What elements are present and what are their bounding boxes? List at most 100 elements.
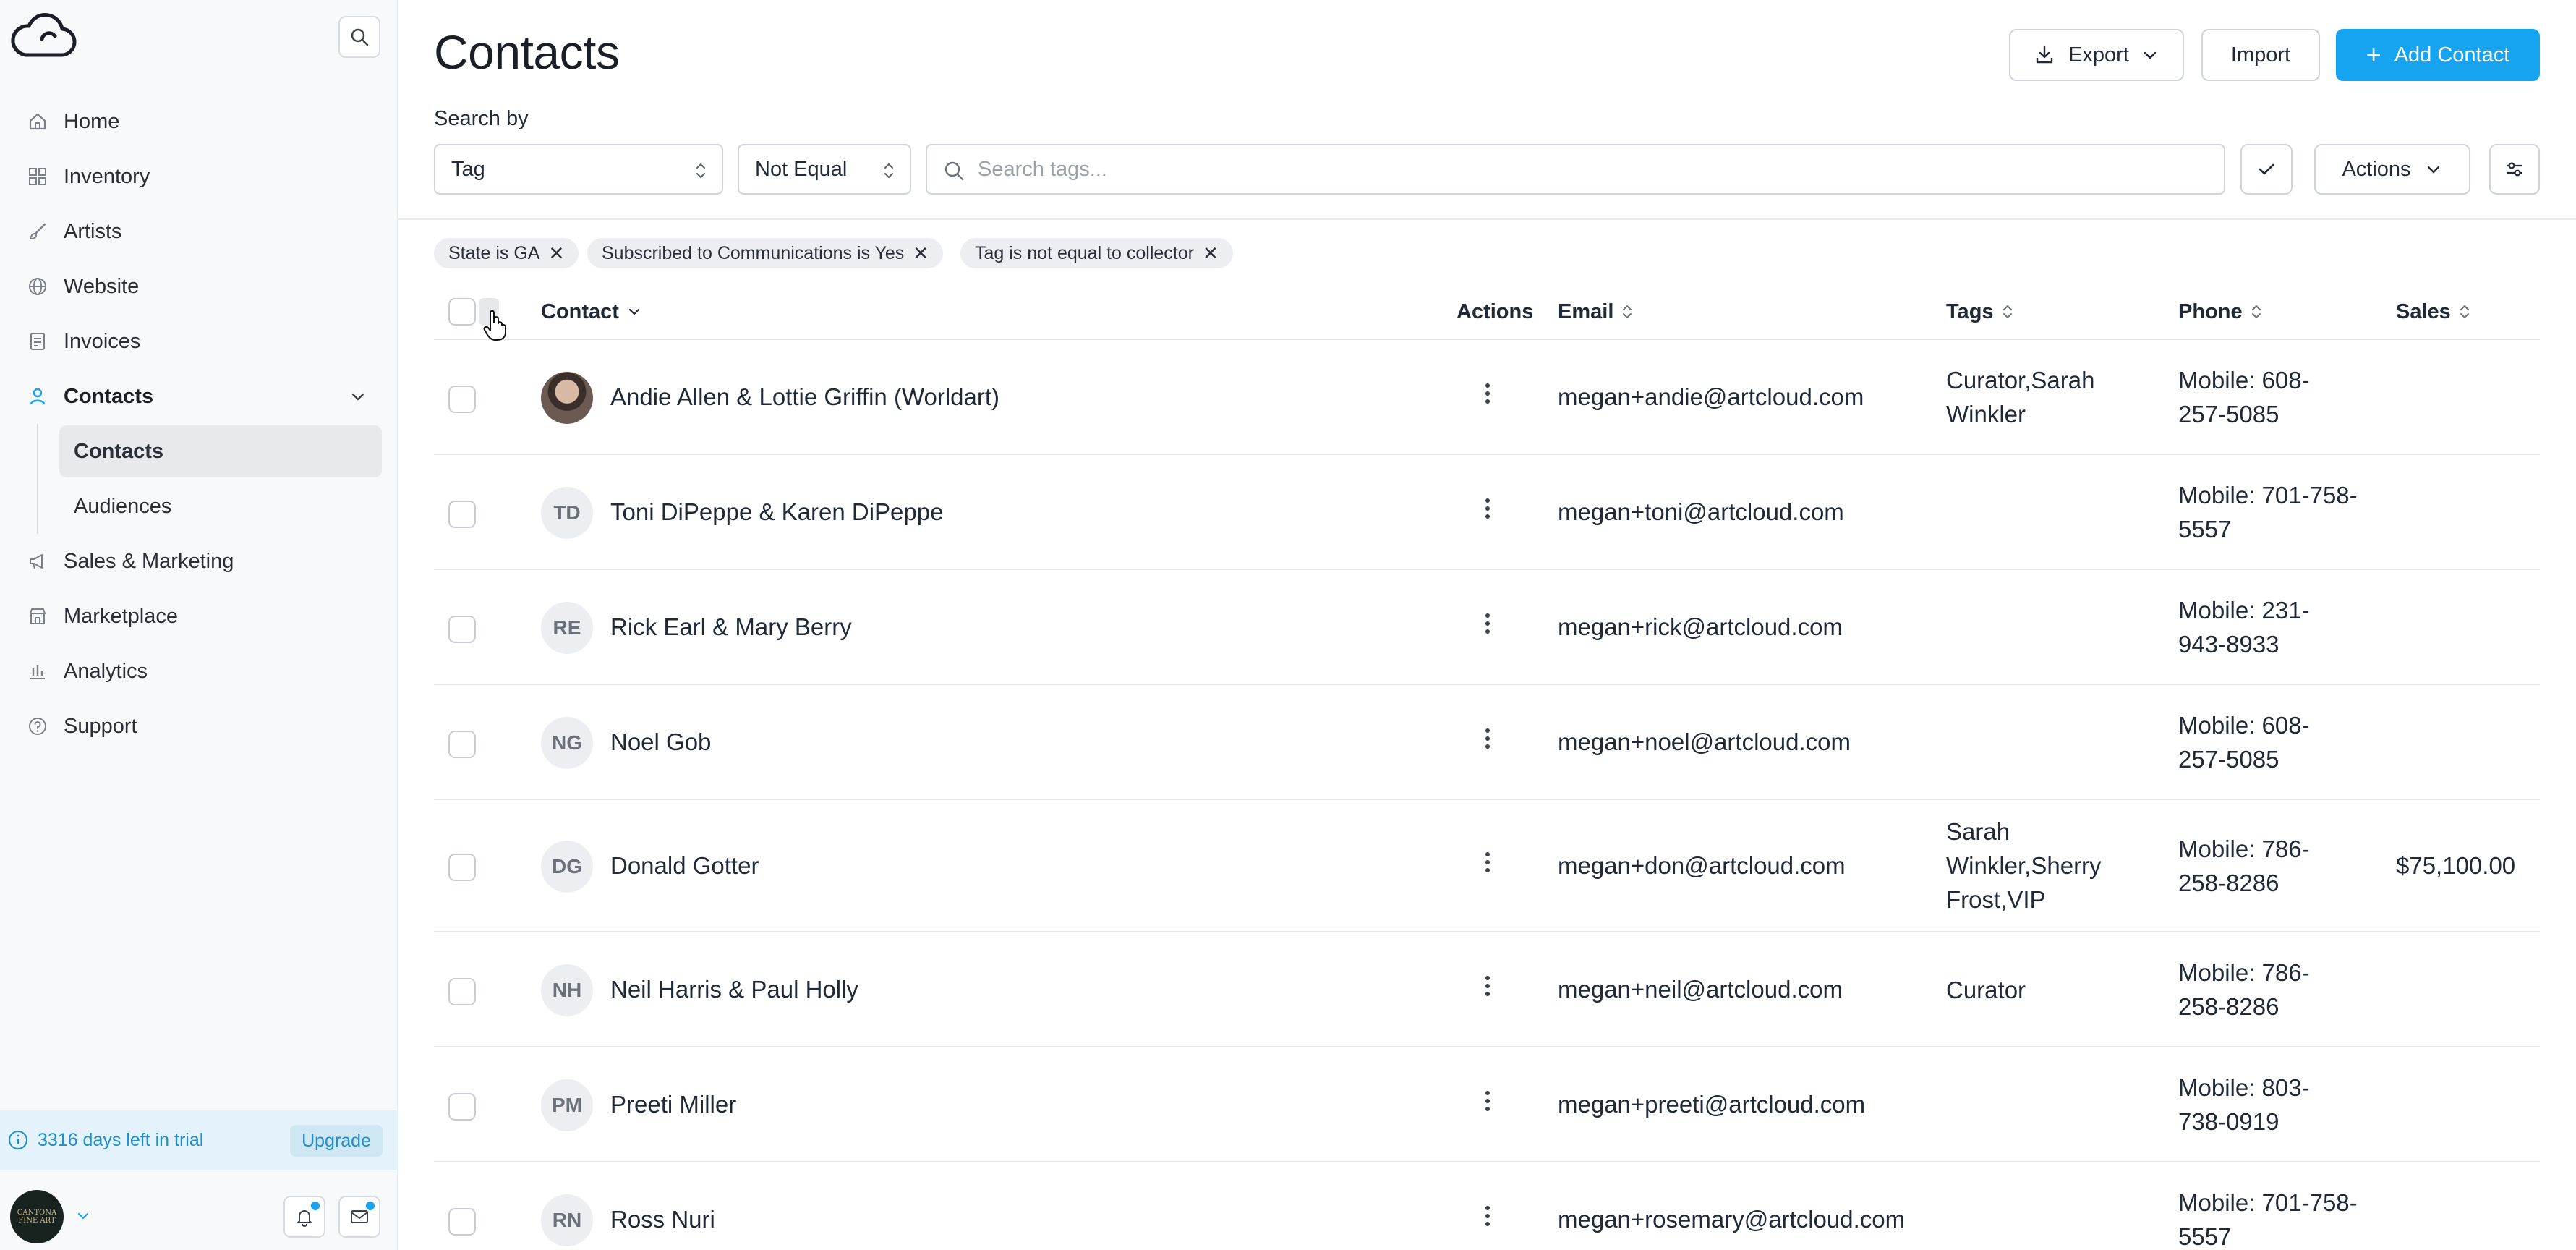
column-header-contact[interactable]: Contact: [541, 286, 642, 337]
sidebar-item-analytics[interactable]: Analytics: [0, 644, 398, 699]
row-checkbox[interactable]: [448, 501, 476, 528]
add-contact-button[interactable]: + Add Contact: [2336, 29, 2540, 81]
contact-name[interactable]: Noel Gob: [610, 728, 711, 756]
sidebar-item-home[interactable]: Home: [0, 94, 398, 149]
contact-tags: Curator,Sarah Winkler: [1946, 363, 2134, 431]
column-header-email[interactable]: Email: [1558, 286, 1634, 337]
search-field-select[interactable]: Tag: [434, 144, 723, 195]
sidebar-item-inventory[interactable]: Inventory: [0, 149, 398, 204]
more-actions-icon[interactable]: [1480, 1091, 1495, 1111]
sidebar-item-invoices[interactable]: Invoices: [0, 314, 398, 369]
column-header-tags[interactable]: Tags: [1946, 286, 2014, 337]
select-all-checkbox[interactable]: [448, 298, 476, 326]
phone-line: Mobile: 786-: [2178, 959, 2310, 986]
export-button[interactable]: Export: [2009, 29, 2184, 81]
phone-line: Mobile: 803-: [2178, 1074, 2310, 1101]
phone-line: Mobile: 701-758-: [2178, 482, 2358, 509]
more-actions-icon[interactable]: [1480, 383, 1495, 404]
notifications-button[interactable]: [283, 1196, 325, 1238]
table-row[interactable]: RE Rick Earl & Mary Berry megan+rick@art…: [434, 570, 2540, 685]
filter-chip[interactable]: Subscribed to Communications is Yes ✕: [587, 238, 944, 268]
close-icon[interactable]: ✕: [548, 242, 564, 265]
column-label: Email: [1558, 299, 1614, 323]
table-row[interactable]: TD Toni DiPeppe & Karen DiPeppe megan+to…: [434, 455, 2540, 570]
contact-name[interactable]: Toni DiPeppe & Karen DiPeppe: [610, 498, 943, 526]
import-button[interactable]: Import: [2201, 29, 2320, 81]
avatar: [541, 372, 593, 424]
contact-phone: Mobile: 701-758- 5557: [2178, 1186, 2395, 1250]
person-icon: [26, 385, 49, 408]
contact-name[interactable]: Andie Allen & Lottie Griffin (Worldart): [610, 383, 999, 411]
row-checkbox[interactable]: [448, 978, 476, 1005]
more-actions-icon[interactable]: [1480, 728, 1495, 749]
row-checkbox[interactable]: [448, 854, 476, 881]
grid-icon: [26, 165, 49, 188]
chevron-down-icon: [2144, 51, 2157, 59]
table-row[interactable]: Andie Allen & Lottie Griffin (Worldart) …: [434, 340, 2540, 455]
more-actions-icon[interactable]: [1480, 852, 1495, 872]
sidebar-subitem-audiences[interactable]: Audiences: [0, 479, 398, 534]
contact-phone: Mobile: 701-758- 5557: [2178, 478, 2395, 546]
search-icon: [351, 28, 369, 46]
phone-line: Mobile: 608-: [2178, 712, 2310, 739]
more-actions-icon[interactable]: [1480, 498, 1495, 519]
sidebar-subitem-contacts[interactable]: Contacts: [0, 424, 398, 479]
sidebar-item-contacts[interactable]: Contacts: [0, 369, 398, 424]
filter-chip[interactable]: State is GA ✕: [434, 238, 579, 268]
row-checkbox[interactable]: [448, 386, 476, 413]
row-checkbox[interactable]: [448, 616, 476, 643]
column-label: Tags: [1946, 299, 1994, 323]
sidebar-search-button[interactable]: [338, 16, 380, 58]
phone-line: 257-5085: [2178, 401, 2279, 428]
contact-email: megan+toni@artcloud.com: [1558, 498, 1844, 525]
close-icon[interactable]: ✕: [1203, 242, 1219, 265]
sidebar-item-support[interactable]: Support: [0, 699, 398, 754]
column-header-phone[interactable]: Phone: [2178, 286, 2263, 337]
row-checkbox[interactable]: [448, 1093, 476, 1121]
more-actions-icon[interactable]: [1480, 613, 1495, 634]
phone-line: Mobile: 701-758-: [2178, 1189, 2358, 1216]
operator-value: Not Equal: [755, 157, 848, 181]
filter-chip[interactable]: Tag is not equal to collector ✕: [960, 238, 1233, 268]
contact-name[interactable]: Rick Earl & Mary Berry: [610, 613, 852, 641]
tag-search-input[interactable]: Search tags...: [926, 144, 2225, 195]
sidebar: Home Inventory Artists Website Invoices …: [0, 0, 398, 1250]
apply-filter-button[interactable]: [2240, 144, 2293, 195]
actions-dropdown[interactable]: Actions: [2314, 144, 2470, 195]
close-icon[interactable]: ✕: [913, 242, 929, 265]
row-checkbox[interactable]: [448, 1208, 476, 1236]
table-row[interactable]: NG Noel Gob megan+noel@artcloud.com Mobi…: [434, 685, 2540, 800]
contact-name[interactable]: Preeti Miller: [610, 1091, 736, 1118]
table-row[interactable]: RN Ross Nuri megan+rosemary@artcloud.com…: [434, 1162, 2540, 1250]
messages-button[interactable]: [338, 1196, 380, 1238]
table-row[interactable]: DG Donald Gotter megan+don@artcloud.com …: [434, 800, 2540, 932]
sidebar-item-website[interactable]: Website: [0, 259, 398, 314]
table-row[interactable]: NH Neil Harris & Paul Holly megan+neil@a…: [434, 932, 2540, 1047]
contact-sales: $75,100.00: [2396, 852, 2516, 879]
contact-name[interactable]: Ross Nuri: [610, 1206, 715, 1233]
contact-name[interactable]: Donald Gotter: [610, 852, 759, 880]
contact-name[interactable]: Neil Harris & Paul Holly: [610, 976, 858, 1003]
column-settings-button[interactable]: [2489, 144, 2540, 195]
table-row[interactable]: PM Preeti Miller megan+preeti@artcloud.c…: [434, 1047, 2540, 1162]
sidebar-item-sales-marketing[interactable]: Sales & Marketing: [0, 534, 398, 589]
cloud-logo-icon[interactable]: [10, 10, 77, 62]
sidebar-item-label: Website: [64, 274, 140, 298]
chevron-down-icon[interactable]: [348, 386, 368, 407]
sidebar-item-marketplace[interactable]: Marketplace: [0, 589, 398, 644]
mail-icon: [351, 1210, 368, 1223]
row-checkbox[interactable]: [448, 731, 476, 758]
help-icon: [26, 715, 49, 738]
column-header-sales[interactable]: Sales: [2396, 286, 2471, 337]
more-actions-icon[interactable]: [1480, 1206, 1495, 1226]
chevron-down-icon[interactable]: [75, 1208, 91, 1224]
upgrade-button[interactable]: Upgrade: [290, 1125, 383, 1157]
bell-icon: [297, 1210, 312, 1227]
tag-line: Sarah: [1946, 818, 2010, 845]
operator-select[interactable]: Not Equal: [738, 144, 911, 195]
contact-tags: Sarah Winkler,Sherry Frost,VIP: [1946, 815, 2134, 917]
avatar[interactable]: CANTONA FINE ART: [10, 1190, 64, 1243]
more-actions-icon[interactable]: [1480, 976, 1495, 996]
sidebar-item-artists[interactable]: Artists: [0, 204, 398, 259]
updown-icon: [696, 163, 705, 179]
